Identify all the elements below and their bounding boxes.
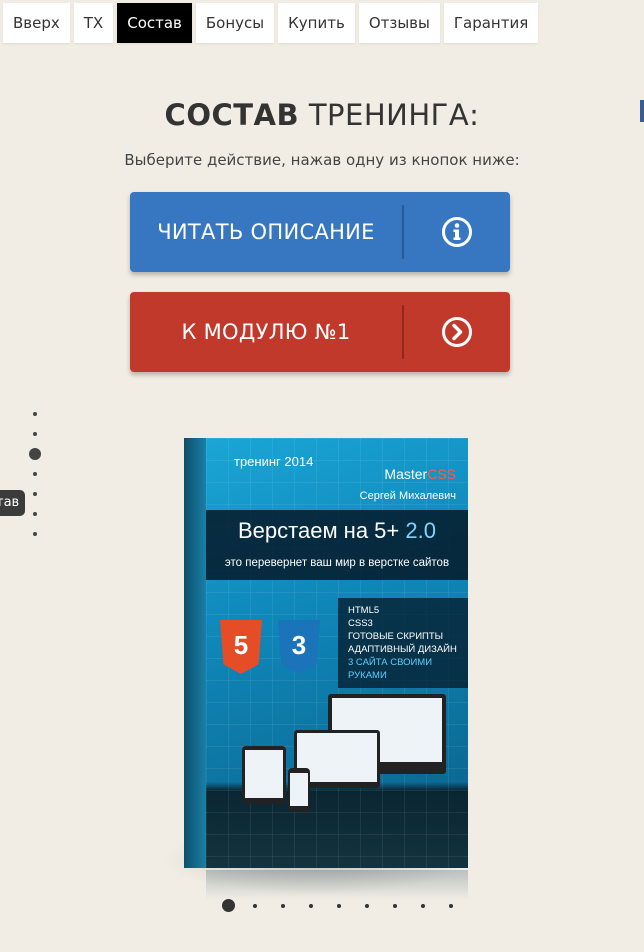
side-nav-tooltip: тав: [0, 490, 26, 516]
box-brand-accent: CSS: [427, 466, 456, 482]
carousel-dot[interactable]: [365, 903, 369, 908]
carousel-dot[interactable]: [309, 903, 313, 908]
nav-item-up[interactable]: Вверх: [3, 3, 70, 43]
info-icon: [404, 216, 510, 248]
carousel-dot-active[interactable]: [222, 899, 235, 912]
side-nav-tooltip-text: тав: [0, 495, 20, 510]
side-nav-dot[interactable]: [33, 412, 37, 416]
box-feature: АДАПТИВНЫЙ ДИЗАЙН: [348, 644, 457, 655]
side-nav-dot[interactable]: [33, 532, 37, 536]
module-1-label: К МОДУЛЮ №1: [181, 320, 351, 344]
chevron-right-circle-icon: [404, 316, 510, 348]
product-box-image: тренинг 2014 MasterCSS Сергей Михалевич …: [150, 430, 480, 900]
section-subtitle: Выберите действие, нажав одну из кнопок …: [124, 151, 520, 169]
box-feature-highlight: 3 САЙТА СВОИМИ РУКАМИ: [348, 657, 433, 681]
nav-item-sostav[interactable]: Состав: [117, 3, 192, 43]
box-brand: MasterCSS: [384, 466, 456, 482]
side-nav-dot[interactable]: [33, 472, 37, 476]
box-features-list: HTML5 CSS3 ГОТОВЫЕ СКРИПТЫ АДАПТИВНЫЙ ДИ…: [338, 598, 468, 688]
box-front: тренинг 2014 MasterCSS Сергей Михалевич …: [206, 438, 468, 868]
box-headline-main: Верстаем на 5+: [238, 518, 400, 543]
box-tagline: это перевернет ваш мир в верстке сайтов: [224, 557, 450, 569]
box-year: тренинг 2014: [234, 454, 314, 469]
box-brand-main: Master: [384, 466, 428, 482]
nav-item-reviews[interactable]: Отзывы: [358, 3, 440, 43]
box-feature: ГОТОВЫЕ СКРИПТЫ: [348, 631, 444, 642]
phone-icon: [288, 768, 310, 812]
side-nav-dot[interactable]: [33, 432, 37, 436]
side-nav-dot[interactable]: [33, 512, 37, 516]
box-author: Сергей Михалевич: [359, 490, 456, 502]
box-reflection: [206, 870, 468, 900]
carousel-dot[interactable]: [337, 903, 341, 908]
carousel-dot[interactable]: [253, 903, 257, 908]
read-description-button[interactable]: ЧИТАТЬ ОПИСАНИЕ: [130, 192, 510, 272]
carousel-dot[interactable]: [393, 903, 397, 908]
box-side: [184, 438, 206, 868]
carousel-dot[interactable]: [449, 903, 453, 908]
side-nav-dot[interactable]: [33, 492, 37, 496]
read-description-label: ЧИТАТЬ ОПИСАНИЕ: [157, 220, 375, 244]
side-section-nav: [28, 412, 42, 552]
nav-item-buy[interactable]: Купить: [278, 3, 355, 43]
top-nav: Вверх ТХ Состав Бонусы Купить Отзывы Гар…: [3, 3, 539, 43]
carousel-dot[interactable]: [281, 903, 285, 908]
nav-item-guarantee[interactable]: Гарантия: [443, 3, 539, 43]
box-headline-version: 2.0: [405, 518, 436, 543]
box-feature: CSS3: [348, 618, 373, 629]
section-title-bold: СОСТАВ: [164, 98, 300, 132]
section-title-light: ТРЕНИНГА:: [308, 98, 480, 132]
tablet-icon: [242, 746, 286, 804]
module-1-button[interactable]: К МОДУЛЮ №1: [130, 292, 510, 372]
carousel-dot[interactable]: [421, 903, 425, 908]
side-nav-dot-active[interactable]: [29, 448, 41, 460]
box-headline: Верстаем на 5+ 2.0: [206, 518, 468, 544]
box-feature: HTML5: [348, 605, 380, 616]
carousel-dots: [222, 899, 477, 912]
nav-item-tx[interactable]: ТХ: [73, 3, 114, 43]
nav-item-bonuses[interactable]: Бонусы: [195, 3, 275, 43]
section-title: СОСТАВ ТРЕНИНГА:: [0, 98, 644, 132]
